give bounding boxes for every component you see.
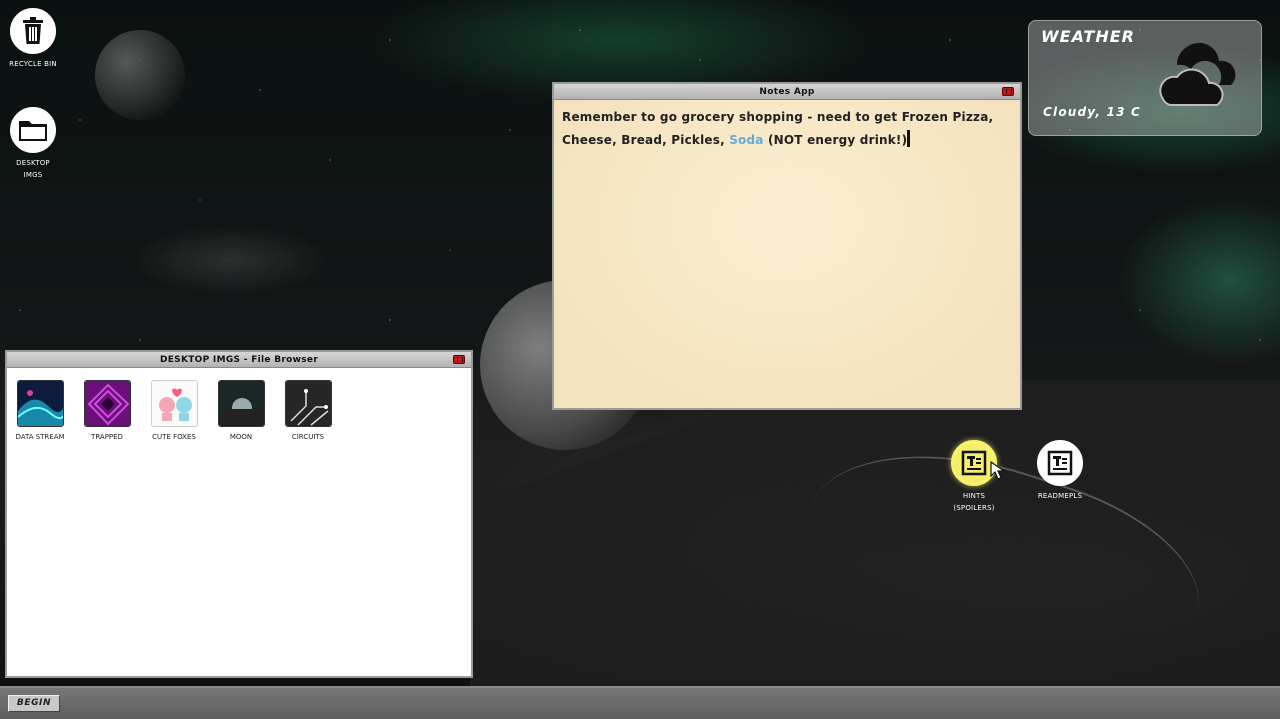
notes-app-window: Notes App Remember to go grocery shoppin…	[552, 82, 1022, 410]
notes-app-title: Notes App	[759, 86, 815, 97]
begin-button[interactable]: BEGIN	[8, 695, 60, 712]
taskbar: BEGIN	[0, 686, 1280, 719]
file-browser-window: DESKTOP IMGS - File Browser DATA STREAM	[5, 350, 473, 678]
circuits-label: CIRCUITS	[291, 433, 325, 441]
notes-text-area[interactable]: Remember to go grocery shopping - need t…	[554, 100, 1020, 408]
weather-title: WEATHER	[1041, 27, 1135, 46]
moon-thumbnail	[217, 380, 265, 427]
file-browser-titlebar[interactable]: DESKTOP IMGS - File Browser	[7, 352, 471, 368]
mouse-cursor-icon	[990, 461, 1006, 480]
file-browser-title: DESKTOP IMGS - File Browser	[159, 354, 319, 365]
wallpaper-planet	[95, 30, 185, 120]
desktop-imgs-folder-icon[interactable]: DESKTOP IMGS	[3, 107, 63, 181]
file-moon[interactable]: MOON	[211, 380, 271, 443]
file-cute-foxes[interactable]: CUTE FOXES	[144, 380, 204, 443]
notes-app-close-button[interactable]	[1002, 87, 1014, 96]
text-caret	[907, 130, 911, 147]
notes-app-titlebar[interactable]: Notes App	[554, 84, 1020, 100]
weather-condition: Cloudy, 13 C	[1043, 105, 1142, 119]
readmepls-file-icon[interactable]: READMEPLS	[1030, 440, 1090, 502]
folder-icon	[10, 107, 56, 153]
data-stream-thumbnail	[16, 380, 64, 427]
recycle-bin-label: RECYCLE BIN	[9, 60, 57, 68]
readmepls-label: READMEPLS	[1037, 492, 1083, 500]
file-browser-close-button[interactable]	[453, 355, 465, 364]
moon-label: MOON	[229, 433, 253, 441]
hints-label: HINTS (SPOILERS)	[953, 492, 995, 512]
trapped-label: TRAPPED	[91, 433, 123, 441]
notes-text-highlight: Soda	[729, 133, 764, 147]
data-stream-label: DATA STREAM	[15, 433, 65, 441]
cute-foxes-thumbnail	[150, 380, 198, 427]
file-circuits[interactable]: CIRCUITS	[278, 380, 338, 443]
text-document-icon	[1037, 440, 1083, 486]
cloud-icon	[1159, 42, 1236, 106]
recycle-bin-icon[interactable]: RECYCLE BIN	[3, 8, 63, 70]
file-trapped[interactable]: TRAPPED	[77, 380, 137, 443]
cute-foxes-label: CUTE FOXES	[152, 433, 196, 441]
trapped-thumbnail	[83, 380, 131, 427]
file-browser-content: DATA STREAM TRAPPED CUTE FOXES MOON CIRC…	[7, 368, 471, 676]
weather-widget: WEATHER Cloudy, 13 C	[1028, 20, 1262, 136]
trash-icon	[10, 8, 56, 54]
circuits-thumbnail	[284, 380, 332, 427]
desktop-imgs-label: DESKTOP IMGS	[16, 159, 50, 179]
notes-text-end: (NOT energy drink!)	[763, 133, 908, 147]
file-data-stream[interactable]: DATA STREAM	[10, 380, 70, 443]
